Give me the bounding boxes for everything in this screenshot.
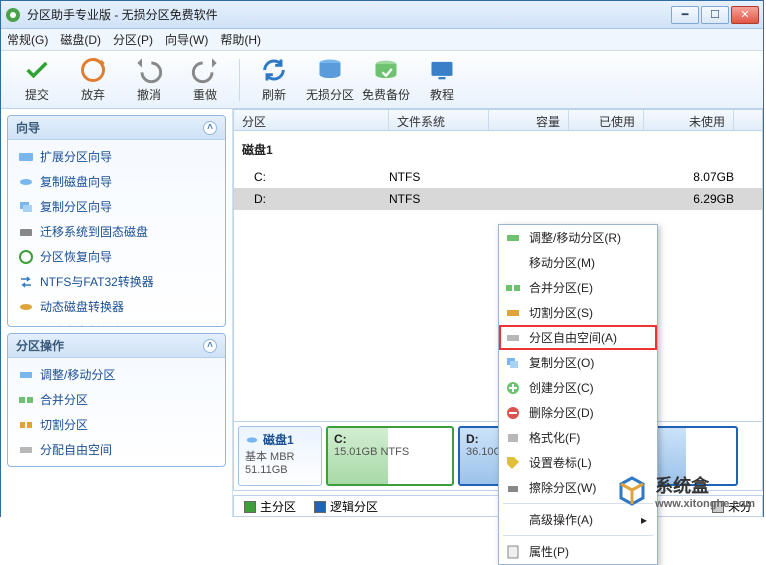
menubar: 常规(G) 磁盘(D) 分区(P) 向导(W) 帮助(H): [1, 29, 763, 51]
discard-button[interactable]: 放弃: [65, 56, 121, 103]
ops-panel: 分区操作 ˄ 调整/移动分区 合并分区 切割分区 分配自由空间: [7, 333, 226, 467]
commit-button[interactable]: 提交: [9, 56, 65, 103]
legend-primary: 主分区: [244, 498, 296, 515]
watermark: 系统盒 www.xitonghe.com: [615, 472, 755, 510]
ops-panel-header[interactable]: 分区操作 ˄: [8, 334, 225, 358]
col-used[interactable]: 已使用: [569, 110, 644, 130]
redo-button[interactable]: 重做: [177, 56, 233, 103]
app-icon: [5, 7, 21, 23]
ctx-delete[interactable]: 删除分区(D): [499, 400, 657, 425]
menu-partition[interactable]: 分区(P): [113, 31, 153, 48]
ops-list: 调整/移动分区 合并分区 切割分区 分配自由空间: [8, 358, 225, 466]
menu-help[interactable]: 帮助(H): [220, 31, 261, 48]
sidebar-item-migrate[interactable]: 迁移系统到固态磁盘: [8, 219, 225, 244]
ctx-copy[interactable]: 复制分区(O): [499, 350, 657, 375]
backup-button[interactable]: 免费备份: [358, 56, 414, 103]
ctx-split[interactable]: 切割分区(S): [499, 300, 657, 325]
grid-header: 分区 文件系统 容量 已使用 未使用: [233, 109, 763, 131]
table-row[interactable]: D: NTFS 6.29GB: [234, 188, 762, 210]
lossless-button[interactable]: 无损分区: [302, 56, 358, 103]
sidebar-op-allocate[interactable]: 分配自由空间: [8, 437, 225, 462]
toolbar-separator: [239, 59, 240, 101]
sidebar: 向导 ˄ 扩展分区向导 复制磁盘向导 复制分区向导 迁移系统到固态磁盘 分区恢复…: [1, 109, 233, 517]
ctx-format[interactable]: 格式化(F): [499, 425, 657, 450]
minimize-button[interactable]: ━: [671, 6, 699, 24]
table-row[interactable]: C: NTFS 8.07GB: [234, 166, 762, 188]
sidebar-op-merge[interactable]: 合并分区: [8, 387, 225, 412]
col-capacity[interactable]: 容量: [489, 110, 569, 130]
window-title: 分区助手专业版 - 无损分区免费软件: [27, 6, 671, 23]
content-area: 向导 ˄ 扩展分区向导 复制磁盘向导 复制分区向导 迁移系统到固态磁盘 分区恢复…: [1, 109, 763, 517]
sidebar-item-copypart[interactable]: 复制分区向导: [8, 194, 225, 219]
watermark-logo-icon: [615, 474, 649, 508]
partition-bar-c[interactable]: C: 15.01GB NTFS: [326, 426, 454, 486]
legend-logical: 逻辑分区: [314, 498, 378, 515]
wizard-panel: 向导 ˄ 扩展分区向导 复制磁盘向导 复制分区向导 迁移系统到固态磁盘 分区恢复…: [7, 115, 226, 327]
disk-label: 磁盘1: [234, 137, 762, 166]
wizard-title: 向导: [16, 119, 40, 136]
chevron-right-icon: ▸: [641, 513, 647, 527]
disk-card[interactable]: 磁盘1 基本 MBR 51.11GB: [238, 426, 322, 486]
col-filesystem[interactable]: 文件系统: [389, 110, 489, 130]
ctx-move[interactable]: 移动分区(M): [499, 250, 657, 275]
col-free[interactable]: 未使用: [644, 110, 734, 130]
window-controls: ━ ☐ ✕: [671, 6, 759, 24]
sidebar-item-convert[interactable]: NTFS与FAT32转换器: [8, 269, 225, 294]
ctx-advanced[interactable]: 高级操作(A)▸: [499, 507, 657, 532]
refresh-button[interactable]: 刷新: [246, 56, 302, 103]
sidebar-op-resize[interactable]: 调整/移动分区: [8, 362, 225, 387]
wizard-list: 扩展分区向导 复制磁盘向导 复制分区向导 迁移系统到固态磁盘 分区恢复向导 NT…: [8, 140, 225, 326]
collapse-icon[interactable]: ˄: [203, 339, 217, 353]
ctx-allocate[interactable]: 分区自由空间(A): [499, 325, 657, 350]
sidebar-item-copydisk[interactable]: 复制磁盘向导: [8, 169, 225, 194]
collapse-icon[interactable]: ˄: [203, 121, 217, 135]
maximize-button[interactable]: ☐: [701, 6, 729, 24]
sidebar-item-extend[interactable]: 扩展分区向导: [8, 144, 225, 169]
app-window: 分区助手专业版 - 无损分区免费软件 ━ ☐ ✕ 常规(G) 磁盘(D) 分区(…: [0, 0, 764, 517]
menu-disk[interactable]: 磁盘(D): [60, 31, 101, 48]
close-button[interactable]: ✕: [731, 6, 759, 24]
wizard-panel-header[interactable]: 向导 ˄: [8, 116, 225, 140]
tutorial-button[interactable]: 教程: [414, 56, 470, 103]
disk-icon: [245, 433, 259, 447]
ctx-resize[interactable]: 调整/移动分区(R): [499, 225, 657, 250]
ctx-separator: [503, 535, 653, 536]
menu-wizard[interactable]: 向导(W): [165, 31, 208, 48]
menu-general[interactable]: 常规(G): [7, 31, 48, 48]
undo-button[interactable]: 撤消: [121, 56, 177, 103]
ctx-props[interactable]: 属性(P): [499, 539, 657, 564]
sidebar-item-dynamic[interactable]: 动态磁盘转换器: [8, 294, 225, 319]
sidebar-op-split[interactable]: 切割分区: [8, 412, 225, 437]
col-partition[interactable]: 分区: [234, 110, 389, 130]
ops-title: 分区操作: [16, 337, 64, 354]
context-menu: 调整/移动分区(R) 移动分区(M) 合并分区(E) 切割分区(S) 分区自由空…: [498, 224, 658, 565]
ctx-create[interactable]: 创建分区(C): [499, 375, 657, 400]
titlebar: 分区助手专业版 - 无损分区免费软件 ━ ☐ ✕: [1, 1, 763, 29]
ctx-merge[interactable]: 合并分区(E): [499, 275, 657, 300]
toolbar: 提交 放弃 撤消 重做 刷新 无损分区 免费备份 教程: [1, 51, 763, 109]
sidebar-item-bootcd[interactable]: 启动光盘制作向导: [8, 319, 225, 326]
sidebar-item-recover[interactable]: 分区恢复向导: [8, 244, 225, 269]
